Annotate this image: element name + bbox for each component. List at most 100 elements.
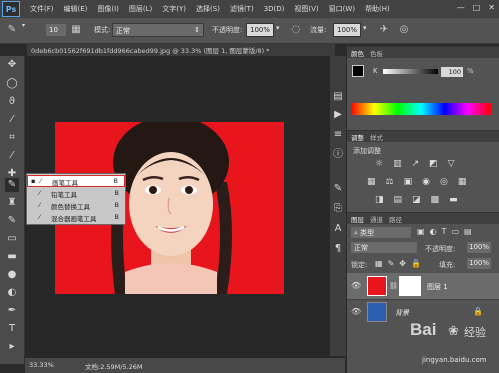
brush-preset-icon[interactable]: ✎	[6, 24, 18, 36]
brush-panel-dock-icon[interactable]: ✎	[331, 182, 345, 196]
layer-mask-thumbnail[interactable]	[399, 276, 421, 296]
k-slider[interactable]	[383, 69, 438, 74]
color-spectrum-bar[interactable]	[351, 103, 491, 115]
eye-icon[interactable]: 👁	[351, 307, 361, 316]
invert-icon[interactable]: ◨	[375, 195, 384, 205]
brightness-icon[interactable]: ☼	[375, 159, 383, 169]
flyout-item-mixer-brush[interactable]: ⁄ 混合器画笔工具 B	[27, 211, 125, 223]
opacity-arrow-icon[interactable]: ▾	[276, 24, 280, 32]
menu-select[interactable]: 选择(S)	[196, 4, 220, 14]
gradient-map-icon[interactable]: ▬	[449, 195, 458, 205]
mode-select[interactable]: 正常 ⇕	[112, 23, 204, 37]
paragraph-icon[interactable]: ¶	[331, 242, 345, 256]
path-select-tool-icon[interactable]: ▸	[5, 340, 19, 354]
menu-layer[interactable]: 图层(L)	[129, 4, 152, 14]
blend-mode-select[interactable]: 正常	[351, 242, 417, 253]
flyout-item-brush[interactable]: ▪ ⁄ 画笔工具 B	[27, 175, 125, 187]
exposure-icon[interactable]: ◩	[429, 159, 438, 169]
move-tool-icon[interactable]: ✥	[5, 58, 19, 72]
tab-styles[interactable]: 样式	[370, 132, 383, 142]
menu-3d[interactable]: 3D(D)	[264, 5, 285, 13]
menu-window[interactable]: 窗口(W)	[329, 4, 355, 14]
pressure-opacity-icon[interactable]: ◌	[290, 24, 302, 36]
clone-source-icon[interactable]: ⎘	[331, 202, 345, 216]
menu-image[interactable]: 图像(I)	[97, 4, 119, 14]
color-lookup-icon[interactable]: ▦	[458, 177, 467, 187]
threshold-icon[interactable]: ◪	[412, 195, 421, 205]
black-white-icon[interactable]: ▣	[404, 177, 413, 187]
marquee-tool-icon[interactable]: ◯	[5, 77, 19, 91]
lasso-tool-icon[interactable]: ϑ	[5, 95, 19, 109]
tab-swatches[interactable]: 色板	[370, 48, 383, 58]
blur-tool-icon[interactable]: ●	[5, 268, 19, 282]
info-icon[interactable]: ⓘ	[331, 148, 345, 162]
flow-input[interactable]: 100%	[333, 23, 361, 37]
type-filter-icon[interactable]: T	[442, 227, 447, 236]
menu-edit[interactable]: 编辑(E)	[64, 4, 88, 14]
tab-color[interactable]: 颜色	[351, 48, 364, 58]
clone-stamp-tool-icon[interactable]: ♜	[5, 196, 19, 210]
smart-filter-icon[interactable]: ▤	[464, 227, 472, 236]
eraser-tool-icon[interactable]: ▭	[5, 232, 19, 246]
document-tab[interactable]: 0deb6cb01562f691db1fdd966cabed99.jpg @ 3…	[27, 44, 335, 56]
posterize-icon[interactable]: ▤	[394, 195, 403, 205]
curves-icon[interactable]: ↗	[412, 159, 420, 169]
brush-picker-arrow-icon[interactable]: ▾	[22, 22, 25, 29]
pressure-size-icon[interactable]: ◎	[398, 24, 410, 36]
crop-tool-icon[interactable]: ⌗	[5, 131, 19, 145]
shape-filter-icon[interactable]: ▭	[451, 227, 459, 236]
flyout-item-pencil[interactable]: ⁄ 铅笔工具 B	[27, 187, 125, 199]
color-balance-icon[interactable]: ⚖	[386, 177, 394, 187]
flow-arrow-icon[interactable]: ▾	[363, 24, 367, 32]
tab-channels[interactable]: 通道	[370, 214, 383, 224]
foreground-swatch[interactable]	[352, 65, 364, 77]
play-icon[interactable]: ▶	[331, 108, 345, 122]
brush-panel-icon[interactable]: ▦	[70, 24, 82, 36]
menu-type[interactable]: 文字(Y)	[162, 4, 186, 14]
history-icon[interactable]: ▤	[331, 90, 345, 104]
opacity-input[interactable]: 100%	[246, 23, 274, 37]
selective-color-icon[interactable]: ▩	[431, 195, 440, 205]
minimize-button[interactable]: —	[457, 3, 465, 12]
k-value[interactable]: 100	[441, 67, 463, 77]
doc-info[interactable]: 文档:2.59M/5.26M	[85, 361, 143, 371]
gradient-tool-icon[interactable]: ▬	[5, 250, 19, 264]
menu-file[interactable]: 文件(F)	[30, 4, 54, 14]
menu-view[interactable]: 视图(V)	[294, 4, 318, 14]
layer-row[interactable]: 👁 ⛓ 图层 1	[347, 273, 499, 299]
lock-pixels-icon[interactable]: ▦	[375, 259, 383, 268]
eye-icon[interactable]: 👁	[351, 281, 361, 290]
channel-mixer-icon[interactable]: ◎	[440, 177, 448, 187]
menu-help[interactable]: 帮助(H)	[365, 4, 390, 14]
tab-adjustments[interactable]: 调整	[351, 132, 364, 142]
vibrance-icon[interactable]: ▽	[448, 159, 455, 169]
menu-filter[interactable]: 滤镜(T)	[230, 4, 254, 14]
photo-filter-icon[interactable]: ◉	[422, 177, 430, 187]
quick-select-tool-icon[interactable]: ⁄	[5, 113, 19, 127]
fill-input[interactable]: 100%	[467, 258, 491, 269]
adjust-filter-icon[interactable]: ◐	[430, 227, 437, 236]
layer-filter-select[interactable]: ⌕ 类型	[351, 227, 411, 238]
type-tool-icon[interactable]: T	[5, 322, 19, 336]
pen-tool-icon[interactable]: ✒	[5, 304, 19, 318]
layer-name[interactable]: 图层 1	[427, 282, 448, 292]
eyedropper-tool-icon[interactable]: ⁄	[5, 149, 19, 163]
link-icon[interactable]: ⛓	[389, 282, 398, 290]
maximize-button[interactable]: □	[473, 3, 481, 12]
hue-saturation-icon[interactable]: ▦	[367, 177, 376, 187]
lock-position-icon[interactable]: ✥	[399, 259, 406, 268]
history-brush-tool-icon[interactable]: ✎	[5, 214, 19, 228]
character-icon[interactable]: A	[331, 222, 345, 236]
properties-icon[interactable]: ≡	[331, 128, 345, 142]
zoom-level[interactable]: 33.33%	[29, 361, 54, 369]
pixel-filter-icon[interactable]: ▣	[417, 227, 425, 236]
levels-icon[interactable]: ▥	[393, 159, 402, 169]
brush-tool-icon[interactable]: ✎	[5, 178, 19, 192]
layer-opacity-input[interactable]: 100%	[467, 242, 491, 253]
lock-paint-icon[interactable]: ✎	[388, 259, 395, 268]
airbrush-icon[interactable]: ✈	[378, 24, 390, 36]
tab-paths[interactable]: 路径	[389, 214, 402, 224]
dodge-tool-icon[interactable]: ◐	[5, 286, 19, 300]
layer-name[interactable]: 背景	[395, 308, 409, 318]
close-button[interactable]: ✕	[488, 3, 495, 12]
